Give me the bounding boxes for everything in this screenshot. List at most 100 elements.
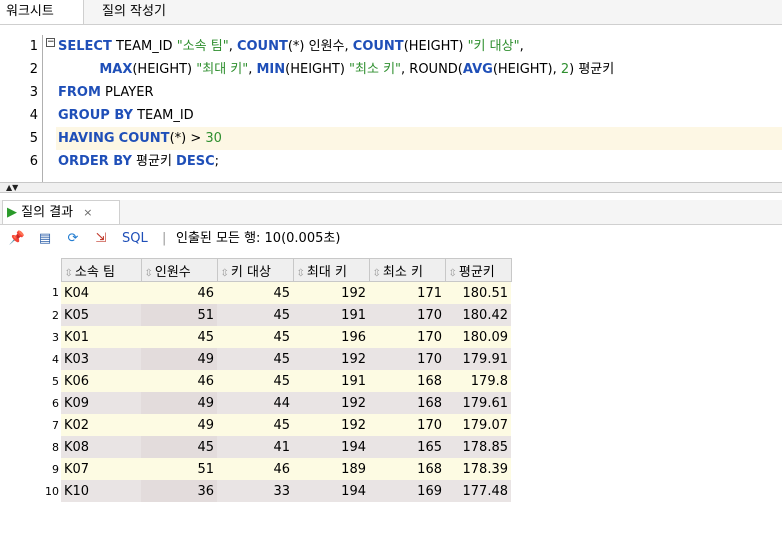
cell-max-height[interactable]: 192 (293, 348, 369, 370)
table-row[interactable]: 9 K07 51 46 189 168 178.39 (4, 458, 511, 480)
cell-count[interactable]: 49 (141, 392, 217, 414)
cell-avg-height[interactable]: 179.91 (445, 348, 511, 370)
cell-team[interactable]: K05 (61, 304, 141, 326)
table-row[interactable]: 10 K10 36 33 194 169 177.48 (4, 480, 511, 502)
cell-count[interactable]: 49 (141, 414, 217, 436)
cell-min-height[interactable]: 170 (369, 414, 445, 436)
sql-editor[interactable]: 1 2 3 4 5 6 − SELECT TEAM_ID "소속 팀", COU… (0, 25, 782, 183)
cell-avg-height[interactable]: 179.61 (445, 392, 511, 414)
line-number: 1 (29, 39, 38, 54)
column-header[interactable]: ⇳ 인원수 (140, 258, 218, 282)
cell-min-height[interactable]: 169 (369, 480, 445, 502)
sort-icon[interactable]: ⇳ (145, 268, 153, 279)
table-row[interactable]: 7 K02 49 45 192 170 179.07 (4, 414, 511, 436)
cell-max-height[interactable]: 192 (293, 414, 369, 436)
sort-icon[interactable]: ⇳ (221, 268, 229, 279)
cell-count[interactable]: 45 (141, 326, 217, 348)
cell-height-count[interactable]: 41 (217, 436, 293, 458)
cell-max-height[interactable]: 194 (293, 480, 369, 502)
sort-icon[interactable]: ⇳ (449, 268, 457, 279)
sort-icon[interactable]: ⇳ (65, 268, 73, 279)
column-header[interactable]: ⇳ 키 대상 (216, 258, 294, 282)
cell-team[interactable]: K03 (61, 348, 141, 370)
cell-height-count[interactable]: 45 (217, 304, 293, 326)
cell-count[interactable]: 36 (141, 480, 217, 502)
cell-max-height[interactable]: 192 (293, 392, 369, 414)
cell-avg-height[interactable]: 178.85 (445, 436, 511, 458)
cell-min-height[interactable]: 165 (369, 436, 445, 458)
cell-height-count[interactable]: 46 (217, 458, 293, 480)
cell-avg-height[interactable]: 179.8 (445, 370, 511, 392)
cell-avg-height[interactable]: 180.42 (445, 304, 511, 326)
table-row[interactable]: 4 K03 49 45 192 170 179.91 (4, 348, 511, 370)
close-icon[interactable]: × (83, 206, 92, 219)
cell-height-count[interactable]: 33 (217, 480, 293, 502)
panel-splitter[interactable]: ▲▼ (0, 182, 782, 193)
cell-avg-height[interactable]: 180.51 (445, 281, 511, 304)
code-line-3: FROM PLAYER (58, 81, 782, 104)
column-header[interactable]: ⇳ 평균키 (444, 258, 512, 282)
export-icon[interactable]: ⇲ (92, 230, 110, 248)
cell-avg-height[interactable]: 178.39 (445, 458, 511, 480)
collapse-arrows-icon[interactable]: ▲▼ (6, 183, 18, 192)
tab-query-result[interactable]: ▶ 질의 결과 × (2, 200, 120, 224)
cell-team[interactable]: K06 (61, 370, 141, 392)
cell-count[interactable]: 49 (141, 348, 217, 370)
cell-avg-height[interactable]: 177.48 (445, 480, 511, 502)
cell-count[interactable]: 51 (141, 304, 217, 326)
cell-min-height[interactable]: 170 (369, 348, 445, 370)
cell-max-height[interactable]: 191 (293, 304, 369, 326)
cell-avg-height[interactable]: 180.09 (445, 326, 511, 348)
table-row[interactable]: 1 K04 46 45 192 171 180.51 (4, 281, 511, 304)
table-row[interactable]: 8 K08 45 41 194 165 178.85 (4, 436, 511, 458)
sort-icon[interactable]: ⇳ (297, 268, 305, 279)
cell-max-height[interactable]: 194 (293, 436, 369, 458)
cell-min-height[interactable]: 170 (369, 326, 445, 348)
table-row[interactable]: 3 K01 45 45 196 170 180.09 (4, 326, 511, 348)
gutter-divider (42, 35, 43, 183)
refresh-icon[interactable]: ⟳ (64, 230, 82, 248)
cell-min-height[interactable]: 168 (369, 392, 445, 414)
cell-team[interactable]: K07 (61, 458, 141, 480)
pin-icon[interactable]: 📌 (8, 230, 26, 248)
cell-min-height[interactable]: 168 (369, 458, 445, 480)
cell-count[interactable]: 46 (141, 281, 217, 304)
cell-team[interactable]: K08 (61, 436, 141, 458)
code-area[interactable]: SELECT TEAM_ID "소속 팀", COUNT(*) 인원수, COU… (56, 35, 782, 173)
cell-max-height[interactable]: 191 (293, 370, 369, 392)
cell-min-height[interactable]: 170 (369, 304, 445, 326)
fold-minus-icon[interactable]: − (46, 38, 55, 47)
cell-count[interactable]: 46 (141, 370, 217, 392)
cell-height-count[interactable]: 45 (217, 348, 293, 370)
column-header[interactable]: ⇳ 최대 키 (292, 258, 370, 282)
cell-team[interactable]: K01 (61, 326, 141, 348)
cell-max-height[interactable]: 189 (293, 458, 369, 480)
results-grid[interactable]: ⇳ 소속 팀 ⇳ 인원수 ⇳ 키 대상 ⇳ 최대 키 ⇳ 최소 키 ⇳ 평균키 1 K04 … (0, 255, 782, 533)
cell-team[interactable]: K09 (61, 392, 141, 414)
cell-avg-height[interactable]: 179.07 (445, 414, 511, 436)
cell-height-count[interactable]: 45 (217, 281, 293, 304)
cell-max-height[interactable]: 196 (293, 326, 369, 348)
sort-icon[interactable]: ⇳ (373, 268, 381, 279)
cell-height-count[interactable]: 45 (217, 414, 293, 436)
cell-min-height[interactable]: 171 (369, 281, 445, 304)
cell-max-height[interactable]: 192 (293, 281, 369, 304)
cell-height-count[interactable]: 45 (217, 326, 293, 348)
cell-team[interactable]: K04 (61, 281, 141, 304)
column-header[interactable]: ⇳ 최소 키 (368, 258, 446, 282)
print-icon[interactable]: ▤ (36, 230, 54, 248)
cell-height-count[interactable]: 44 (217, 392, 293, 414)
column-header[interactable]: ⇳ 소속 팀 (60, 258, 142, 282)
sql-button[interactable]: SQL (122, 227, 148, 251)
cell-count[interactable]: 51 (141, 458, 217, 480)
table-row[interactable]: 5 K06 46 45 191 168 179.8 (4, 370, 511, 392)
cell-height-count[interactable]: 45 (217, 370, 293, 392)
cell-count[interactable]: 45 (141, 436, 217, 458)
cell-team[interactable]: K10 (61, 480, 141, 502)
tab-query-builder[interactable]: 질의 작성기 (94, 0, 166, 24)
cell-min-height[interactable]: 168 (369, 370, 445, 392)
table-row[interactable]: 6 K09 49 44 192 168 179.61 (4, 392, 511, 414)
table-row[interactable]: 2 K05 51 45 191 170 180.42 (4, 304, 511, 326)
tab-worksheet[interactable]: 워크시트 (0, 0, 84, 24)
cell-team[interactable]: K02 (61, 414, 141, 436)
